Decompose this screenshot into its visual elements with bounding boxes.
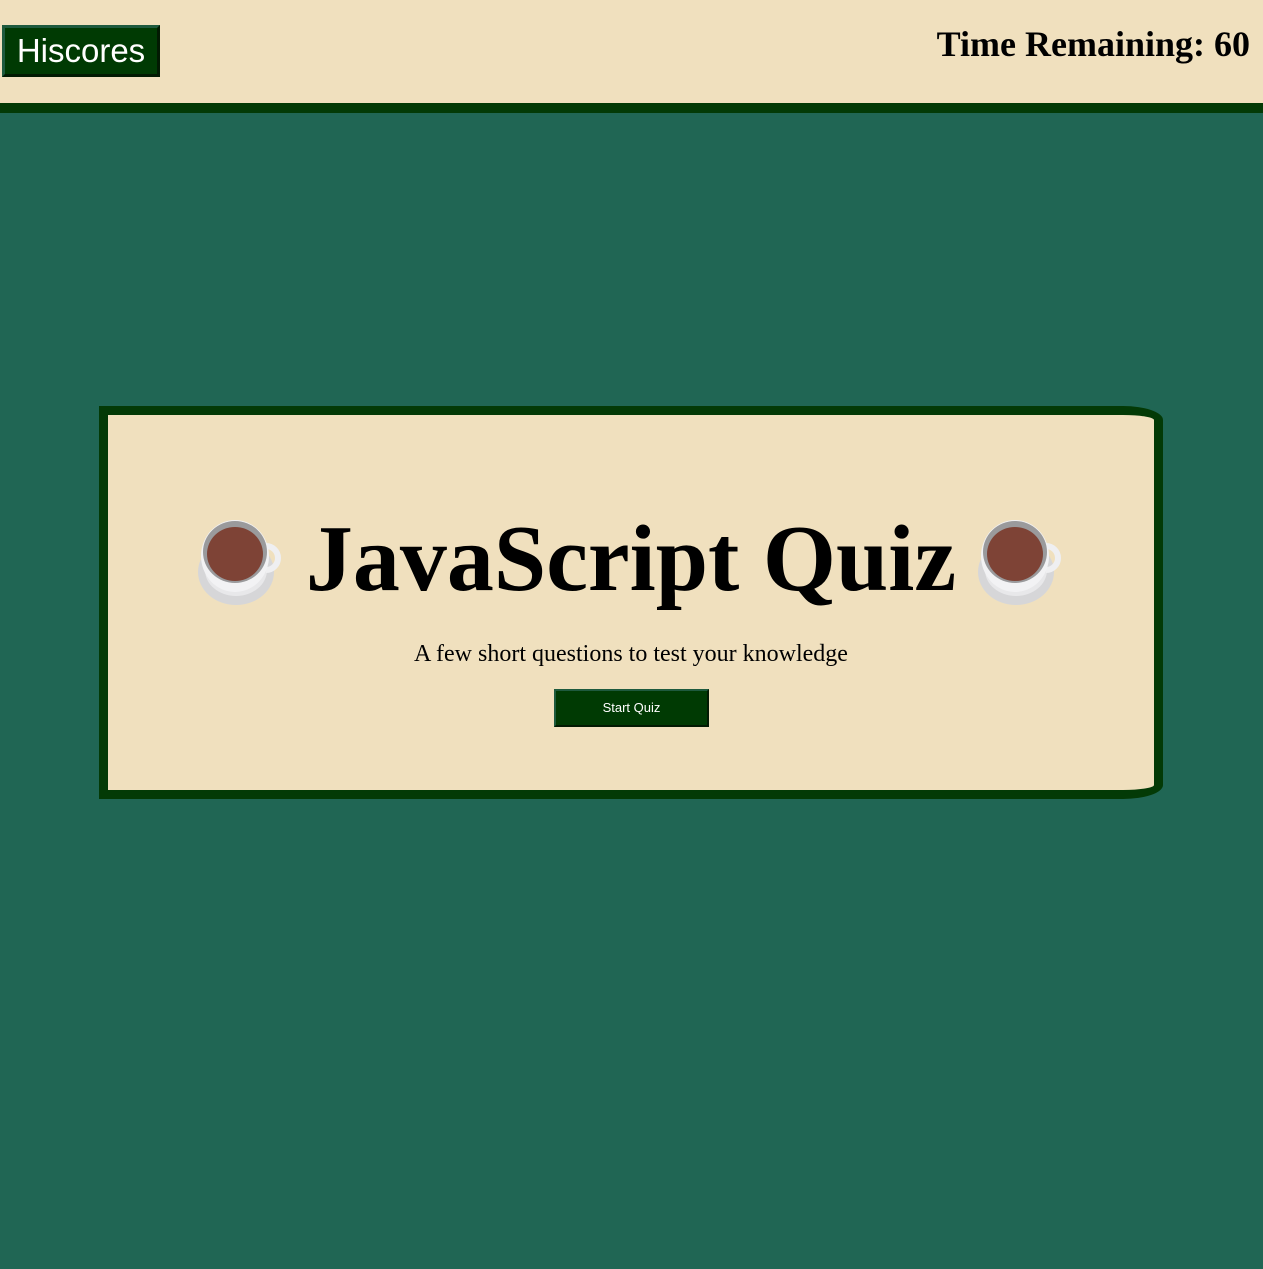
start-quiz-button[interactable]: Start Quiz <box>554 689 709 727</box>
coffee-cup-icon <box>197 520 281 605</box>
title-row: JavaScript Quiz <box>108 507 1154 617</box>
time-remaining: Time Remaining: 60 <box>936 24 1250 64</box>
hiscores-button[interactable]: Hiscores <box>2 25 160 77</box>
coffee-cup-icon <box>978 520 1062 605</box>
quiz-title: JavaScript Quiz <box>305 507 957 611</box>
quiz-subtitle: A few short questions to test your knowl… <box>414 641 848 667</box>
top-bar: Hiscores Time Remaining: 60 <box>0 0 1263 113</box>
quiz-start-card: JavaScript Quiz A few short questions to… <box>99 406 1163 799</box>
